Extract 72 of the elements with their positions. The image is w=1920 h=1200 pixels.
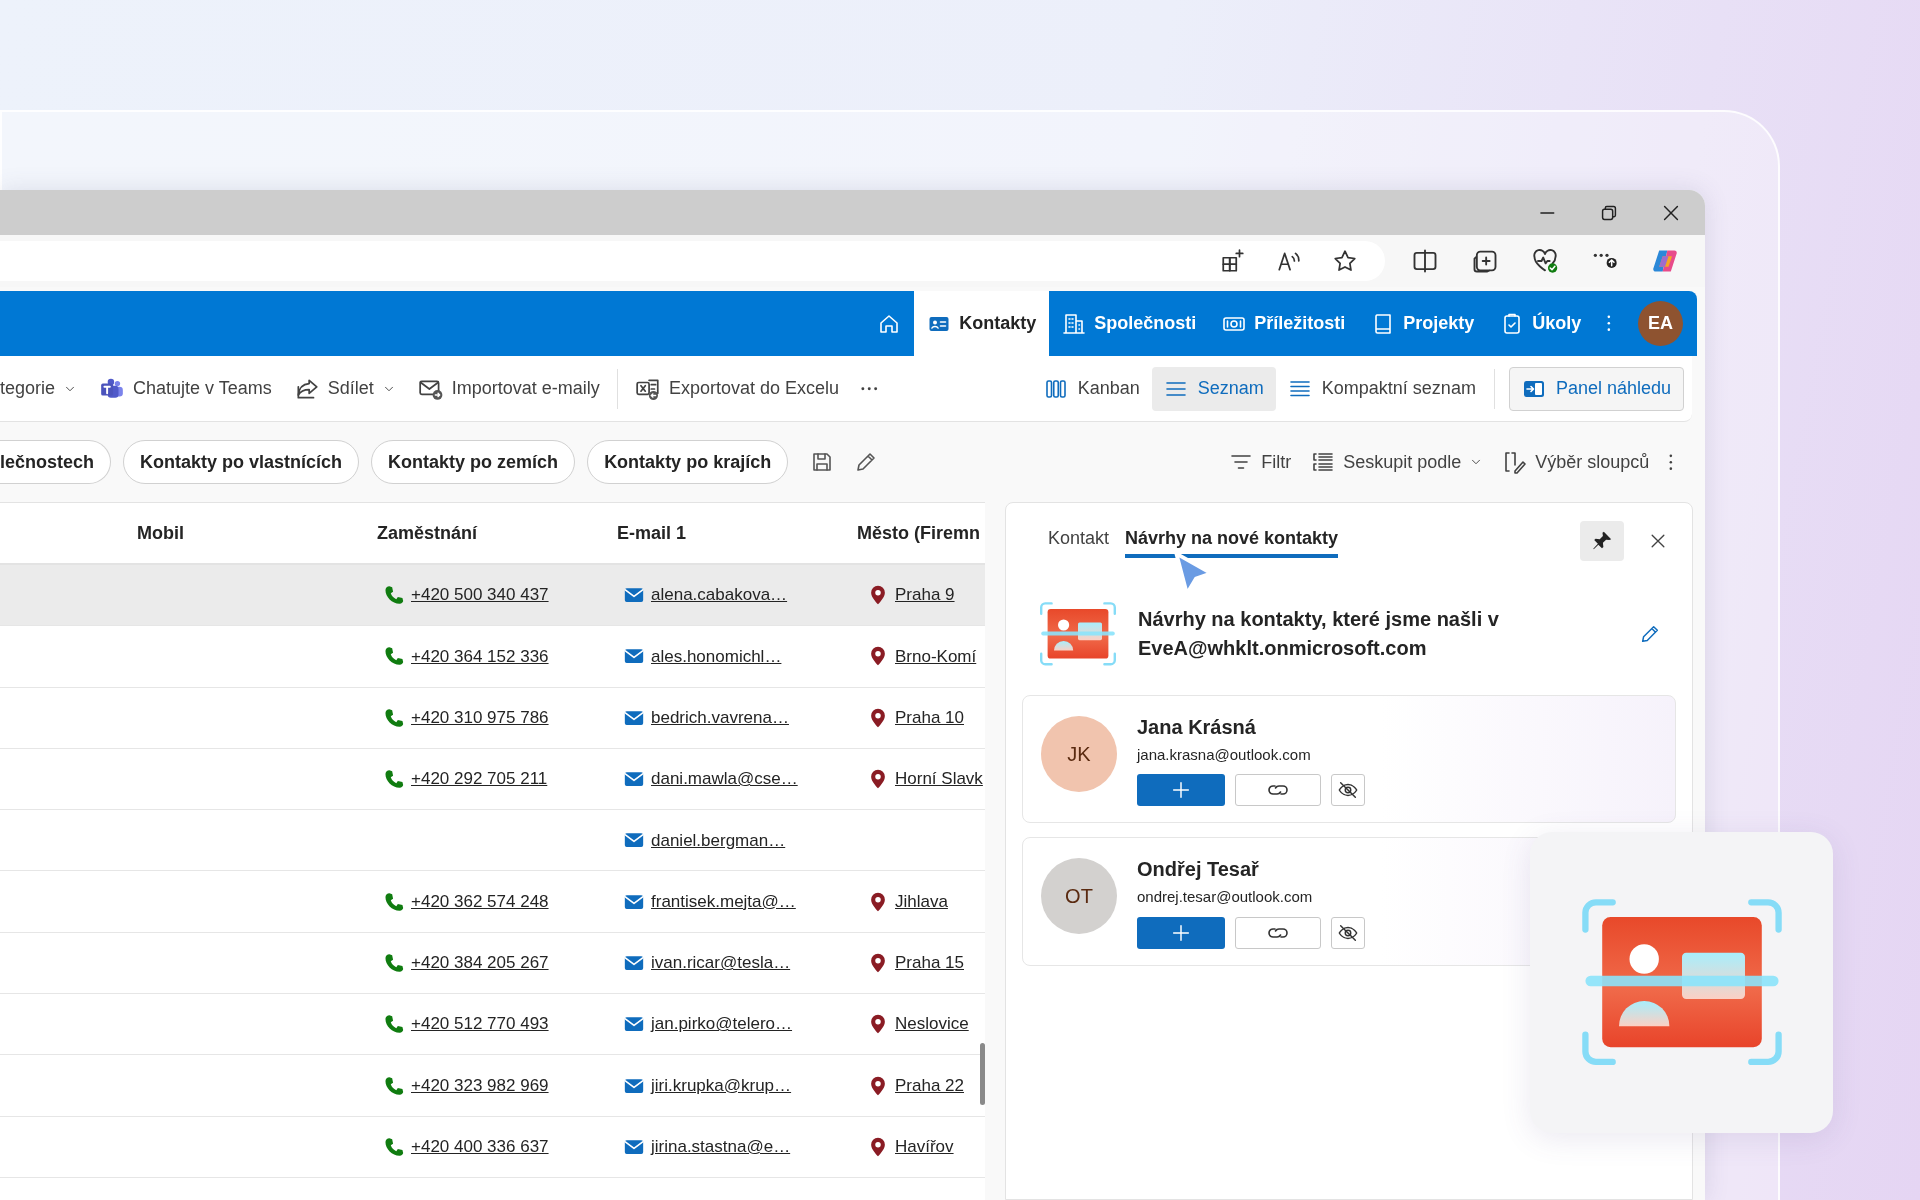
panel-heading: Návrhy na kontakty, které jsme našli v EveA@whklt.onmicrosoft.com — [1138, 606, 1500, 661]
table-link[interactable]: Brno-Komí — [895, 643, 977, 670]
nav-tab[interactable]: Projekty — [1358, 291, 1488, 356]
table-link[interactable]: Neslovice — [895, 1011, 969, 1037]
table-link[interactable]: Horní Slavk — [895, 766, 983, 792]
table-link[interactable]: ivan.ricar@tesla… — [651, 950, 791, 976]
table-link[interactable]: +420 292 705 211 — [411, 766, 548, 792]
view-button[interactable]: Seznam — [1151, 366, 1276, 411]
contact-name: Jana Krásná — [1137, 714, 1257, 740]
column-header[interactable]: Mobil — [125, 519, 365, 547]
toolbar-button[interactable]: Seskupit podle — [1301, 442, 1494, 482]
table-link[interactable]: Jihlava — [895, 888, 948, 915]
toolbar-button[interactable]: Importovat e-maily — [406, 366, 611, 411]
view-chip[interactable]: Kontakty po vlastnících — [123, 440, 360, 484]
contact-name: Ondřej Tesař — [1137, 857, 1260, 883]
table-link[interactable]: +420 500 340 437 — [411, 582, 549, 608]
table-link[interactable]: Praha 15 — [895, 950, 964, 976]
toolbar-button[interactable]: Exportovat do Excelu — [623, 366, 850, 411]
table-row[interactable]: +420 364 152 336 ales.honomichl… Brno-Komí — [0, 626, 985, 688]
table-link[interactable]: +420 400 336 637 — [411, 1134, 549, 1160]
toolbar-button[interactable]: Filtr — [1219, 442, 1302, 482]
table-row[interactable]: +420 310 975 786 bedrich.vavrena… Praha 10 — [0, 687, 985, 749]
panel-tab[interactable]: Návrhy na nové kontakty — [1125, 524, 1339, 558]
table-link[interactable]: alena.cabakova… — [651, 582, 788, 608]
preview-panel-button[interactable]: Panel náhledu — [1508, 366, 1684, 411]
view-chip[interactable]: Kontakty po krajích — [587, 440, 789, 484]
view-button[interactable]: Kanban — [1031, 366, 1152, 411]
nav-tab[interactable]: Společnosti — [1049, 291, 1210, 356]
nav-tab[interactable]: Kontakty — [914, 291, 1050, 356]
table-link[interactable]: +420 323 982 969 — [411, 1072, 549, 1099]
table-link[interactable]: Praha 22 — [895, 1072, 964, 1099]
table-link[interactable]: +420 512 770 493 — [411, 1011, 549, 1037]
column-header[interactable]: E-mail 1 — [605, 519, 845, 547]
column-header[interactable]: Město (Firemn — [845, 519, 985, 547]
table-link[interactable]: frantisek.mejta@… — [651, 888, 796, 915]
contact-email: jana.krasna@outlook.com — [1137, 744, 1312, 765]
table-link[interactable]: Praha 9 — [895, 582, 955, 608]
table-row[interactable]: +420 500 340 437 alena.cabakova… Praha 9 — [0, 565, 985, 627]
view-button[interactable]: Kompaktní seznam — [1275, 366, 1488, 411]
toolbar-button[interactable]: tegorie — [0, 366, 89, 411]
table-row[interactable]: +420 362 574 248 frantisek.mejta@… Jihlava — [0, 871, 985, 933]
table-link[interactable]: +420 384 205 267 — [411, 950, 549, 976]
table-row[interactable]: +420 512 770 493 jan.pirko@telero… Neslovice — [0, 994, 985, 1056]
view-chip[interactable]: lečnostech — [0, 440, 112, 484]
table-link[interactable]: +420 364 152 336 — [411, 643, 549, 670]
table-row[interactable]: +420 400 336 637 jirina.stastna@e… Havířov — [0, 1116, 985, 1178]
table-link[interactable]: Praha 10 — [895, 705, 964, 731]
table-link[interactable]: daniel.bergman… — [651, 827, 786, 854]
view-chip[interactable]: Kontakty po zemích — [371, 440, 576, 484]
toolbar-button[interactable]: Sdílet — [282, 366, 407, 411]
contact-email: ondrej.tesar@outlook.com — [1137, 887, 1314, 908]
table-link[interactable]: Havířov — [895, 1134, 954, 1160]
table-link[interactable]: +420 362 574 248 — [411, 888, 549, 915]
table-link[interactable]: jiri.krupka@krup… — [651, 1072, 792, 1099]
table-row[interactable]: daniel.bergman… — [0, 810, 985, 872]
table-link[interactable]: +420 310 975 786 — [411, 705, 549, 731]
table-row[interactable]: +420 292 705 211 dani.mawla@cse… Horní Slavk — [0, 748, 985, 811]
toolbar-button[interactable]: Výběr sloupců — [1493, 442, 1660, 482]
toolbar-button[interactable]: Chatujte v Teams — [88, 366, 283, 411]
table-link[interactable]: bedrich.vavrena… — [651, 705, 789, 731]
user-avatar[interactable]: EA — [1638, 301, 1683, 346]
table-link[interactable]: dani.mawla@cse… — [651, 766, 798, 792]
panel-tab[interactable]: Kontakt — [1048, 524, 1110, 558]
nav-tab[interactable]: Příležitosti — [1209, 291, 1359, 356]
table-link[interactable]: jirina.stastna@e… — [651, 1134, 791, 1160]
contact-avatar: OT — [1041, 858, 1117, 935]
nav-tab[interactable]: Úkoly — [1487, 291, 1595, 356]
contact-avatar: JK — [1041, 715, 1117, 792]
table-row[interactable]: +420 384 205 267 ivan.ricar@tesla… Praha 15 — [0, 932, 985, 995]
table-link[interactable]: jan.pirko@telero… — [651, 1011, 793, 1037]
column-header[interactable]: Zaměstnání — [365, 519, 605, 547]
table-link[interactable]: ales.honomichl… — [651, 643, 782, 670]
